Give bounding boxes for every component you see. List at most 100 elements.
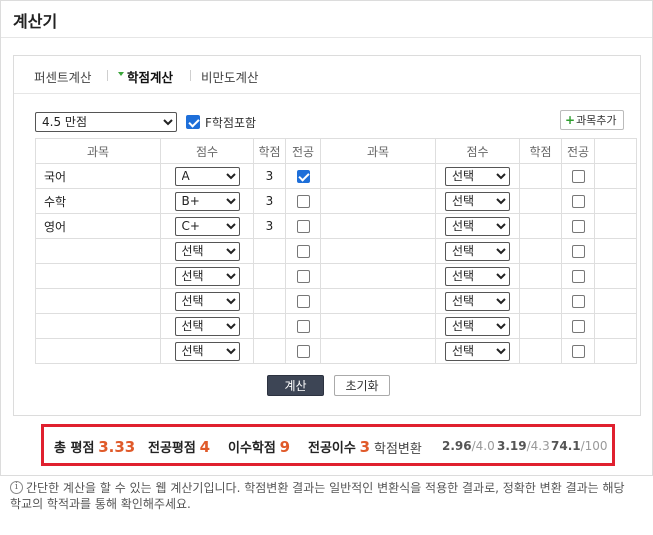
subject-cell[interactable]: 영어 — [35, 213, 161, 239]
total-gpa: 총 평점 3.33 — [54, 437, 135, 456]
major-checkbox[interactable] — [571, 195, 585, 208]
table-row: 선택 선택 — [35, 263, 637, 289]
subject-cell[interactable] — [320, 263, 436, 289]
score-select[interactable]: 선택 — [445, 266, 510, 286]
credit-cell[interactable] — [519, 313, 562, 339]
major-checkbox[interactable] — [571, 220, 585, 233]
score-select[interactable]: 선택 — [174, 291, 240, 311]
grade-conversion-label: 학점변환 — [374, 438, 422, 457]
tab-bmi[interactable]: 비만도계산 — [201, 67, 259, 86]
subject-cell[interactable] — [35, 263, 161, 289]
header-subject: 과목 — [320, 138, 436, 164]
subject-cell[interactable] — [320, 288, 436, 314]
score-select[interactable]: 선택 — [445, 291, 510, 311]
major-checkbox[interactable] — [296, 220, 310, 233]
subject-cell[interactable] — [320, 338, 436, 364]
credit-cell[interactable] — [519, 213, 562, 239]
credit-cell[interactable]: 3 — [253, 163, 286, 189]
subject-cell[interactable] — [320, 213, 436, 239]
credit-cell[interactable] — [253, 338, 286, 364]
major-checkbox[interactable] — [571, 270, 585, 283]
f-include-checkbox[interactable] — [186, 115, 200, 129]
score-cell: 선택 — [160, 263, 254, 289]
row-spacer — [594, 188, 637, 214]
add-subject-button[interactable]: + 과목추가 — [560, 110, 624, 130]
row-spacer — [594, 238, 637, 264]
calculate-button[interactable]: 계산 — [267, 375, 324, 396]
credit-cell[interactable] — [519, 263, 562, 289]
score-select[interactable]: 선택 — [445, 341, 510, 361]
conv-4-0-max: /4.0 — [471, 439, 495, 453]
major-checkbox[interactable] — [296, 195, 310, 208]
credit-cell[interactable] — [519, 238, 562, 264]
score-select[interactable]: 선택 — [445, 216, 510, 236]
score-select[interactable]: 선택 — [174, 241, 240, 261]
credit-cell[interactable]: 3 — [253, 188, 286, 214]
major-cell — [561, 288, 595, 314]
reset-button[interactable]: 초기화 — [334, 375, 390, 396]
header-credit: 학점 — [253, 138, 286, 164]
score-select[interactable]: B+ — [174, 191, 240, 211]
major-checkbox[interactable] — [571, 295, 585, 308]
notice-text: 간단한 계산을 할 수 있는 웹 계산기입니다. 학점변환 결과는 일반적인 변… — [10, 480, 650, 512]
row-spacer — [594, 288, 637, 314]
major-checkbox[interactable] — [296, 245, 310, 258]
major-checkbox[interactable] — [296, 270, 310, 283]
tab-separator — [107, 70, 108, 81]
major-checkbox[interactable] — [296, 170, 310, 183]
tab-grade[interactable]: 학점계산 — [127, 67, 173, 86]
conversion-4-0: 2.96/4.0 — [442, 439, 495, 453]
score-cell: 선택 — [160, 238, 254, 264]
score-select[interactable]: 선택 — [174, 316, 240, 336]
score-cell: A — [160, 163, 254, 189]
credit-cell[interactable] — [253, 313, 286, 339]
credit-cell[interactable]: 3 — [253, 213, 286, 239]
major-credits-label: 전공이수 — [308, 441, 356, 456]
credit-cell[interactable] — [253, 263, 286, 289]
credit-cell[interactable] — [519, 338, 562, 364]
subject-cell[interactable] — [320, 238, 436, 264]
credit-cell[interactable] — [519, 188, 562, 214]
row-spacer — [594, 263, 637, 289]
header-score: 점수 — [435, 138, 520, 164]
subject-cell[interactable]: 국어 — [35, 163, 161, 189]
major-credits-value: 3 — [359, 438, 371, 456]
score-select[interactable]: 선택 — [174, 341, 240, 361]
score-select[interactable]: C+ — [174, 216, 240, 236]
score-select[interactable]: A — [174, 166, 240, 186]
subject-cell[interactable] — [320, 313, 436, 339]
grade-scale-select[interactable]: 4.5 만점 — [35, 112, 177, 132]
score-select[interactable]: 선택 — [445, 241, 510, 261]
subject-cell[interactable] — [320, 163, 436, 189]
credit-cell[interactable] — [519, 163, 562, 189]
score-select[interactable]: 선택 — [445, 166, 510, 186]
score-select[interactable]: 선택 — [445, 316, 510, 336]
major-checkbox[interactable] — [571, 170, 585, 183]
score-select[interactable]: 선택 — [445, 191, 510, 211]
subject-cell[interactable] — [320, 188, 436, 214]
major-checkbox[interactable] — [571, 320, 585, 333]
credit-cell[interactable] — [519, 288, 562, 314]
tab-percent[interactable]: 퍼센트계산 — [34, 67, 92, 86]
credit-cell[interactable] — [253, 238, 286, 264]
credit-cell[interactable] — [253, 288, 286, 314]
table-header-row: 과목 점수 학점 전공 과목 점수 학점 전공 — [35, 138, 637, 164]
major-checkbox[interactable] — [571, 245, 585, 258]
major-checkbox[interactable] — [296, 345, 310, 358]
major-cell — [561, 213, 595, 239]
subject-cell[interactable] — [35, 338, 161, 364]
subject-cell[interactable] — [35, 238, 161, 264]
page-title: 계산기 — [13, 12, 58, 31]
major-cell — [561, 238, 595, 264]
table-row: 선택 선택 — [35, 338, 637, 364]
major-checkbox[interactable] — [296, 320, 310, 333]
subject-cell[interactable] — [35, 288, 161, 314]
major-checkbox[interactable] — [296, 295, 310, 308]
major-cell — [285, 263, 321, 289]
score-select[interactable]: 선택 — [174, 266, 240, 286]
subject-cell[interactable]: 수학 — [35, 188, 161, 214]
major-checkbox[interactable] — [571, 345, 585, 358]
subject-cell[interactable] — [35, 313, 161, 339]
score-cell: C+ — [160, 213, 254, 239]
header-score: 점수 — [160, 138, 254, 164]
